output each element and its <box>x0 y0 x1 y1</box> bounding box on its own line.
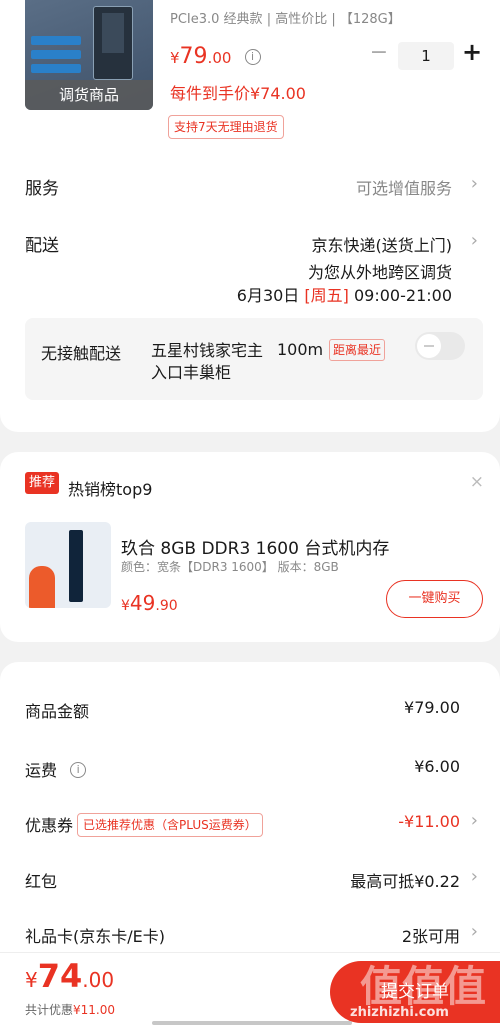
product-specs: PCIe3.0 经典款 | 高性价比 | 【128G】 <box>170 12 401 27</box>
service-value[interactable]: 可选增值服务 <box>356 175 452 199</box>
product-card: 调货商品 PCIe3.0 经典款 | 高性价比 | 【128G】 ¥79.00 … <box>0 0 500 432</box>
delivery-note: 为您从外地跨区调货 <box>307 263 452 282</box>
saved-value: ¥11.00 <box>73 1003 116 1017</box>
recommendation-title: 热销榜top9 <box>68 480 153 499</box>
coupon-selected-badge: 已选推荐优惠（含PLUS运费券） <box>77 813 263 837</box>
recommended-product-name[interactable]: 玖合 8GB DDR3 1600 台式机内存 <box>121 534 389 559</box>
toggle-knob <box>417 334 441 358</box>
transfer-goods-caption: 调货商品 <box>25 80 153 110</box>
contactless-delivery-panel: 无接触配送 五星村钱家宅主入口丰巢柜 100m 距离最近 <box>25 318 483 400</box>
nearest-badge: 距离最近 <box>329 339 386 361</box>
chevron-right-icon[interactable]: › <box>471 921 478 942</box>
chevron-right-icon[interactable]: › <box>471 866 478 887</box>
contactless-title: 无接触配送 <box>41 344 122 363</box>
gift-card-row[interactable]: 礼品卡(京东卡/E卡) 2张可用 › <box>0 919 500 949</box>
recommendation-card: 推荐 热销榜top9 × 玖合 8GB DDR3 1600 台式机内存 颜色：宽… <box>0 452 500 642</box>
gift-card-value: 2张可用 <box>401 927 460 946</box>
delivery-label: 配送 <box>25 236 59 256</box>
total-symbol: ¥ <box>25 968 38 992</box>
shipping-label-text: 运费 <box>25 761 58 780</box>
red-packet-label: 红包 <box>25 872 58 891</box>
total-integer: 74 <box>37 957 83 995</box>
order-summary-card: 商品金额 ¥79.00 运费 i ¥6.00 优惠券 已选推荐优惠（含PLUS运费… <box>0 662 500 962</box>
coupon-label-text: 优惠券 <box>25 816 74 835</box>
product-image[interactable]: 调货商品 <box>25 0 153 110</box>
saved-label: 共计优惠 <box>25 1003 74 1017</box>
delivery-weekday: [周五] <box>304 286 349 305</box>
recommended-product-image[interactable] <box>25 522 111 608</box>
delivery-date: 6月30日 <box>236 286 300 305</box>
delivery-time-slot[interactable]: 6月30日 [周五] 09:00-21:00 <box>237 282 452 306</box>
price-integer: 79 <box>179 44 208 69</box>
price-symbol: ¥ <box>170 49 180 67</box>
watermark-url: zhizhizhi.com <box>350 1005 449 1020</box>
contactless-toggle[interactable] <box>415 332 465 360</box>
info-icon[interactable]: i <box>244 49 261 65</box>
service-label: 服务 <box>25 179 59 199</box>
price-cents: .90 <box>155 598 178 614</box>
one-click-buy-button[interactable]: 一键购买 <box>386 580 483 618</box>
gift-card-label: 礼品卡(京东卡/E卡) <box>25 927 165 946</box>
coupon-row[interactable]: 优惠券 已选推荐优惠（含PLUS运费券） -¥11.00 › <box>0 808 500 838</box>
return-policy-badge: 支持7天无理由退货 <box>168 115 284 139</box>
chevron-right-icon[interactable]: › <box>471 173 478 194</box>
ssd-illustration <box>93 6 133 80</box>
per-item-final-price: 每件到手价¥74.00 <box>170 84 306 103</box>
image-tag <box>31 50 81 59</box>
pickup-distance: 100m <box>277 340 324 359</box>
recommend-badge: 推荐 <box>25 472 60 494</box>
goods-amount-label: 商品金额 <box>25 702 90 721</box>
product-price: ¥79.00 i <box>170 44 261 69</box>
coupon-value: -¥11.00 <box>398 812 460 831</box>
red-packet-row[interactable]: 红包 最高可抵¥0.22 › <box>0 864 500 894</box>
total-cents: .00 <box>82 968 115 992</box>
shipping-value: ¥6.00 <box>414 757 460 776</box>
shipping-label: 运费 i <box>25 757 87 781</box>
model-figure <box>29 566 55 608</box>
price-symbol: ¥ <box>121 598 130 614</box>
red-packet-value: 最高可抵¥0.22 <box>350 872 460 891</box>
close-icon[interactable]: × <box>470 472 484 492</box>
recommended-product-spec: 颜色：宽条【DDR3 1600】 版本：8GB <box>121 560 339 574</box>
price-integer: 49 <box>129 591 156 615</box>
order-total: ¥74.00 <box>25 957 114 995</box>
delivery-method[interactable]: 京东快递(送货上门) <box>312 232 453 256</box>
price-cents: .00 <box>207 49 232 67</box>
chevron-right-icon[interactable]: › <box>471 810 478 831</box>
total-discount: 共计优惠¥11.00 <box>25 1001 115 1018</box>
goods-amount-value: ¥79.00 <box>404 698 460 717</box>
goods-amount-row: 商品金额 ¥79.00 <box>0 694 500 724</box>
delivery-time: 09:00-21:00 <box>354 286 452 305</box>
checkout-footer: ¥74.00 共计优惠¥11.00 提交订单 值值值 zhizhizhi.com <box>0 952 500 1025</box>
ram-stick-illustration <box>69 530 83 602</box>
shipping-row: 运费 i ¥6.00 <box>0 753 500 783</box>
quantity-increase-button[interactable]: + <box>460 38 484 66</box>
image-tag <box>31 64 81 73</box>
image-tag <box>31 36 81 45</box>
pickup-address: 五星村钱家宅主入口丰巢柜 <box>151 341 264 382</box>
quantity-input[interactable]: 1 <box>398 42 454 70</box>
coupon-label: 优惠券 已选推荐优惠（含PLUS运费券） <box>25 812 263 837</box>
quantity-decrease-button[interactable]: − <box>368 40 390 65</box>
chevron-right-icon[interactable]: › <box>471 230 478 251</box>
home-indicator[interactable] <box>152 1021 352 1025</box>
recommended-product-price: ¥49.90 <box>121 591 178 615</box>
info-icon[interactable]: i <box>70 762 87 778</box>
